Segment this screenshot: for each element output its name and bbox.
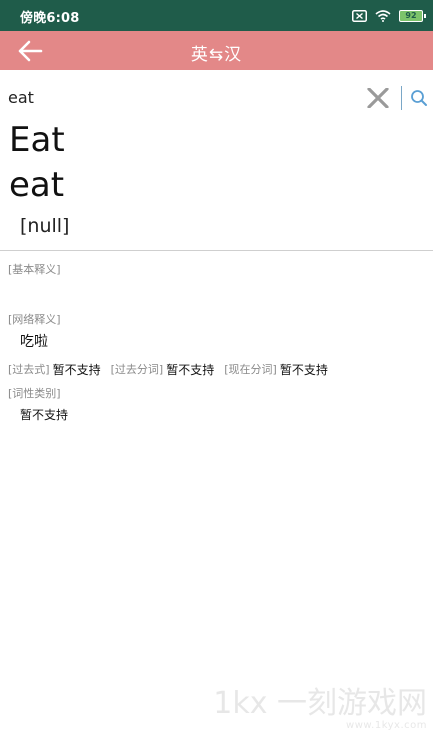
headword: Eat	[9, 120, 65, 160]
battery-icon: 92	[399, 10, 426, 22]
search-divider	[401, 86, 402, 110]
watermark-logo: 1kx 一刻游戏网	[213, 686, 427, 721]
past-participle-value: 暂不支持	[166, 362, 215, 377]
close-icon	[367, 88, 389, 108]
part-of-speech-value: 暂不支持	[20, 408, 69, 422]
status-time: 傍晚6:08	[20, 11, 80, 26]
wifi-icon	[375, 7, 391, 26]
web-meaning-value: 吃啦	[20, 334, 48, 350]
headword-lowercase: eat	[9, 165, 65, 205]
search-icon	[411, 90, 427, 106]
status-icons: 92	[352, 7, 426, 26]
search-button[interactable]	[408, 87, 430, 109]
dictionary-screen: 傍晚6:08 92 英⇆汉 eat Eat eat [null] [基本释义] …	[0, 0, 433, 737]
present-participle-label: [现在分词]	[224, 363, 277, 376]
battery-level: 92	[405, 11, 417, 20]
clear-button[interactable]	[364, 85, 392, 111]
phonetic: [null]	[20, 215, 70, 237]
watermark: 1kx 一刻游戏网 www.1kyx.com	[213, 686, 427, 732]
word-forms: [过去式] 暂不支持 [过去分词] 暂不支持 [现在分词] 暂不支持	[8, 361, 338, 377]
present-participle-value: 暂不支持	[279, 362, 328, 377]
watermark-url: www.1kyx.com	[346, 720, 427, 731]
app-header: 英⇆汉	[0, 31, 433, 70]
divider	[0, 250, 433, 251]
sim-icon	[352, 7, 367, 26]
search-bar	[0, 82, 433, 114]
status-bar: 傍晚6:08 92	[0, 0, 433, 31]
web-meaning-label: [网络释义]	[8, 313, 61, 326]
past-tense-label: [过去式]	[8, 363, 50, 376]
search-input[interactable]	[8, 84, 348, 110]
page-title: 英⇆汉	[190, 45, 243, 65]
past-participle-label: [过去分词]	[110, 363, 164, 376]
past-tense-value: 暂不支持	[52, 362, 101, 377]
part-of-speech-label: [词性类别]	[8, 387, 61, 400]
basic-meaning-label: [基本释义]	[8, 263, 61, 276]
